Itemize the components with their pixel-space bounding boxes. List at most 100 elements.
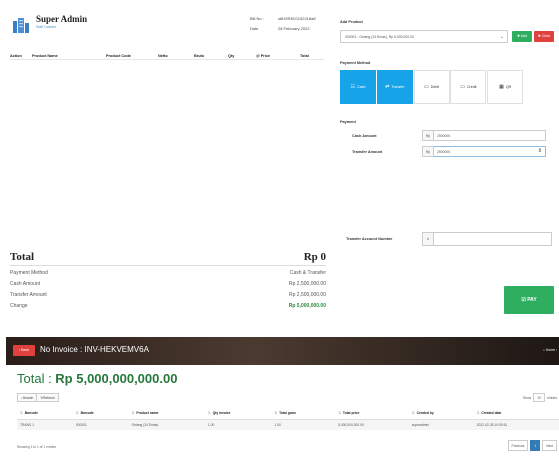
table-toolbar: ⌕ Search ↻ Refresh — [17, 393, 59, 402]
back-button[interactable]: ‹ Back — [13, 345, 35, 356]
transfer-account-row: Transfer Account Number # — [346, 232, 552, 246]
currency-prefix: Rp — [422, 146, 434, 157]
cash-amount-row: Cash Amount Rp 2500000 — [352, 130, 546, 141]
table-cell: TRANS 1 — [17, 419, 73, 430]
qr-code-icon: ▦ — [499, 84, 504, 90]
col-netto: Netto — [158, 53, 168, 58]
clear-button[interactable]: ✖ Clear — [534, 31, 554, 42]
summary-row: Transfer Amount Rp 2,500,000.00 — [10, 292, 326, 298]
cash-amount-label: Cash Amount — [352, 133, 377, 138]
summary-row: Payment Method Cash & Transfer — [10, 270, 326, 276]
table-cell: 1.00 — [271, 419, 336, 430]
debit-card-icon: ▭ — [424, 84, 429, 90]
admin-name: Super Admin — [36, 14, 88, 24]
product-select[interactable]: 000001 - Gelang (24 Emas), Rp 5,000,000.… — [340, 30, 508, 43]
search-label: Search — [22, 395, 34, 400]
table-cell: Gelang (24 Emas) — [128, 419, 205, 430]
invoice-total: Total : Rp 5,000,000,000.00 — [17, 371, 177, 386]
transfer-icon: ⇄ — [385, 84, 390, 90]
invoice-panel: ‹ Back No Invoice : INV-HEKVEMV6A ⌂ Home… — [6, 337, 559, 461]
payment-method-qr[interactable]: ▦ QR — [487, 70, 524, 104]
refresh-button[interactable]: ↻ Refresh — [37, 393, 59, 402]
show-label: Show — [522, 395, 532, 400]
col-product-name: Product Name — [32, 53, 58, 58]
currency-prefix: Rp — [422, 130, 434, 141]
summary-label: Transfer Amount — [10, 292, 47, 298]
summary-value: Cash & Transfer — [289, 270, 326, 276]
col-qty: Qty — [228, 53, 235, 58]
table-row: TRANS 1 000001 Gelang (24 Emas) 1.00 1.0… — [17, 419, 559, 430]
table-cell: 1.00 — [204, 419, 272, 430]
column-header[interactable]: ⇅ Created by — [408, 408, 474, 420]
table-cell: 000001 — [72, 419, 129, 430]
transfer-account-label: Transfer Account Number — [346, 237, 393, 241]
pos-screen: Super Admin Staff Cashier Bill No : s8HZ… — [0, 0, 559, 335]
pay-button[interactable]: ☑ PAY — [504, 286, 554, 314]
chevron-down-icon: ⌄ — [499, 34, 504, 40]
transfer-amount-input[interactable]: 2500000 ⇕ — [434, 146, 546, 157]
payment-method-credit[interactable]: ▭ Credit — [450, 70, 487, 104]
credit-card-icon: ▭ — [460, 84, 465, 90]
column-header[interactable]: ⇅ Barcode — [17, 408, 73, 420]
cash-icon: ☷ — [350, 84, 356, 90]
admin-block: Super Admin Staff Cashier — [12, 14, 87, 34]
table-cell: 5,000,000,000.00 — [335, 419, 409, 430]
add-product-label: Add Product — [340, 20, 363, 24]
admin-role: Staff Cashier — [36, 25, 57, 29]
clear-label: Clear — [541, 34, 551, 38]
summary-row: Cash Amount Rp 2,500,000.00 — [10, 281, 326, 287]
add-label: Add — [520, 34, 527, 38]
transfer-account-input[interactable] — [434, 232, 552, 246]
col-price: @ Price — [256, 53, 271, 58]
payment-method-label: QR — [505, 85, 512, 89]
col-product-code: Product Code — [106, 53, 131, 58]
cash-amount-input[interactable]: 2500000 — [434, 130, 546, 141]
column-header[interactable]: ⇅ Total price — [335, 408, 409, 420]
bill-info: Bill No : s8HZR8C0152218a8 Date 28 Febru… — [250, 16, 328, 36]
page-length-control: Show 10 entries — [523, 393, 557, 402]
summary-value: Rp 2,500,000.00 — [289, 292, 326, 298]
search-button[interactable]: ⌕ Search — [17, 393, 38, 402]
entries-label: entries — [547, 395, 557, 400]
payment-method-label: Credit — [466, 85, 477, 89]
payment-method-cash[interactable]: ☷ Cash — [340, 70, 376, 104]
hash-icon: # — [422, 232, 434, 246]
change-value: Rp 5,000,000.00 — [288, 303, 326, 309]
payment-method-transfer[interactable]: ⇄ Transfer — [376, 70, 413, 104]
total-value: Rp 0 — [303, 251, 326, 263]
column-header[interactable]: ⇅ Created date — [473, 408, 559, 420]
payment-method-label: Payment Method — [340, 61, 371, 65]
next-page-button[interactable]: Next — [542, 440, 557, 451]
page-length-select[interactable]: 10 — [533, 393, 546, 402]
invoice-title: No Invoice : INV-HEKVEMV6A — [40, 345, 149, 354]
page-button[interactable]: 1 — [530, 440, 541, 451]
summary-row-change: Change Rp 5,000,000.00 — [10, 303, 326, 309]
cart-pane: Super Admin Staff Cashier Bill No : s8HZ… — [6, 14, 326, 329]
product-select-value: 000001 - Gelang (24 Emas), Rp 5,000,000.… — [345, 35, 414, 39]
table-cell: superadmin — [408, 419, 474, 430]
payment-method-debit[interactable]: ▭ Debit — [413, 70, 450, 104]
payment-pane: Add Product 000001 - Gelang (24 Emas), R… — [340, 14, 556, 329]
payment-method-label: Cash — [357, 85, 366, 89]
transfer-amount-label: Transfer Amount — [352, 149, 383, 154]
table-info: Showing 1 to 1 of 1 entries — [17, 445, 57, 449]
add-button[interactable]: ✚ Add — [512, 31, 532, 42]
previous-page-button[interactable]: Previous — [507, 440, 529, 451]
column-header[interactable]: ⇅ Total gram — [271, 408, 336, 420]
payment-method-group: ☷ Cash ⇄ Transfer ▭ Debit ▭ Credit ▦ QR — [340, 70, 556, 104]
summary-label: Change — [10, 303, 28, 309]
invoice-total-value: Rp 5,000,000,000.00 — [55, 371, 178, 386]
table-cell: 2022-02-28 10:50:51 — [473, 419, 559, 430]
invoice-table: ⇅ Barcode ⇅ Barcode ⇅ Product name ⇅ Qty inv… — [17, 408, 559, 430]
refresh-label: Refresh — [43, 395, 55, 400]
payment-method-label: Transfer — [391, 85, 405, 89]
building-icon — [13, 18, 29, 33]
column-header[interactable]: ⇅ Product name — [128, 408, 205, 420]
column-header[interactable]: ⇅ Qty invoice — [204, 408, 272, 420]
column-header[interactable]: ⇅ Barcode — [72, 408, 129, 420]
invoice-header: ‹ Back No Invoice : INV-HEKVEMV6A ⌂ Home… — [6, 337, 559, 365]
cart-table-header: Action Product Name Product Code Netto B… — [10, 52, 324, 60]
spinner-icon[interactable]: ⇕ — [538, 148, 542, 154]
col-total: Total — [300, 53, 309, 58]
breadcrumb[interactable]: ⌂ Home › — [543, 348, 557, 352]
